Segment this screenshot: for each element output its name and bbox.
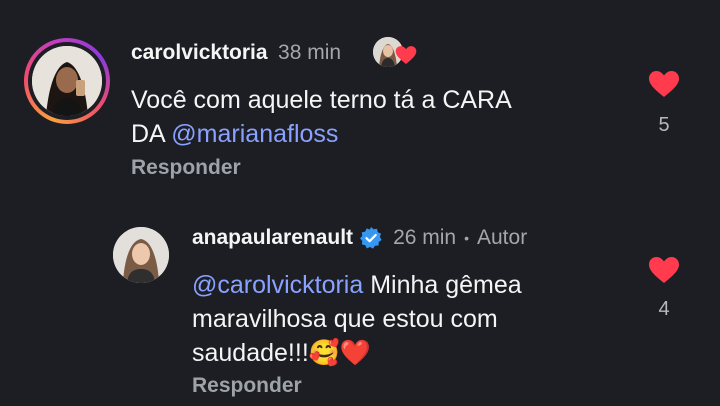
like-count: 4 — [658, 298, 670, 320]
avatar-anapaularenault[interactable] — [113, 227, 169, 283]
comment-text-line-1: Você com aquele terno tá a CARA — [131, 86, 512, 114]
comment-username[interactable]: anapaularenault — [192, 226, 353, 250]
reply-button[interactable]: Responder — [192, 374, 302, 398]
comment-text-line-2: DA @marianafloss — [131, 117, 512, 151]
mention-link[interactable]: @marianafloss — [171, 120, 338, 148]
comment-text-prefix: DA — [131, 120, 172, 148]
heart-icon — [395, 46, 417, 64]
like-heart-icon[interactable] — [648, 256, 680, 284]
comment-time: 26 min — [393, 226, 457, 249]
like-heart-icon[interactable] — [648, 70, 680, 98]
comment-text: Minha gêmea — [363, 271, 522, 299]
comment-text-line-2: maravilhosa que estou com — [192, 305, 498, 333]
author-tag: Autor — [477, 226, 528, 249]
comment-text: saudade!!! — [192, 339, 309, 367]
comment-text-line-3: saudade!!!🥰❤️ — [192, 336, 522, 370]
mention-link[interactable]: @carolvicktoria — [192, 271, 363, 299]
story-ring[interactable] — [24, 38, 110, 124]
avatar-carolvicktoria[interactable] — [32, 46, 102, 116]
meta-separator: • — [464, 230, 469, 246]
author-liked-avatar — [373, 37, 419, 69]
verified-badge-icon — [360, 227, 382, 249]
like-count: 5 — [658, 114, 670, 136]
comment-time: 38 min — [278, 41, 342, 64]
comment-text-line-1: @carolvicktoria Minha gêmea — [192, 268, 522, 302]
reply-button[interactable]: Responder — [131, 156, 241, 180]
comment-username[interactable]: carolvicktoria — [131, 41, 268, 64]
emoji: 🥰❤️ — [308, 339, 372, 367]
